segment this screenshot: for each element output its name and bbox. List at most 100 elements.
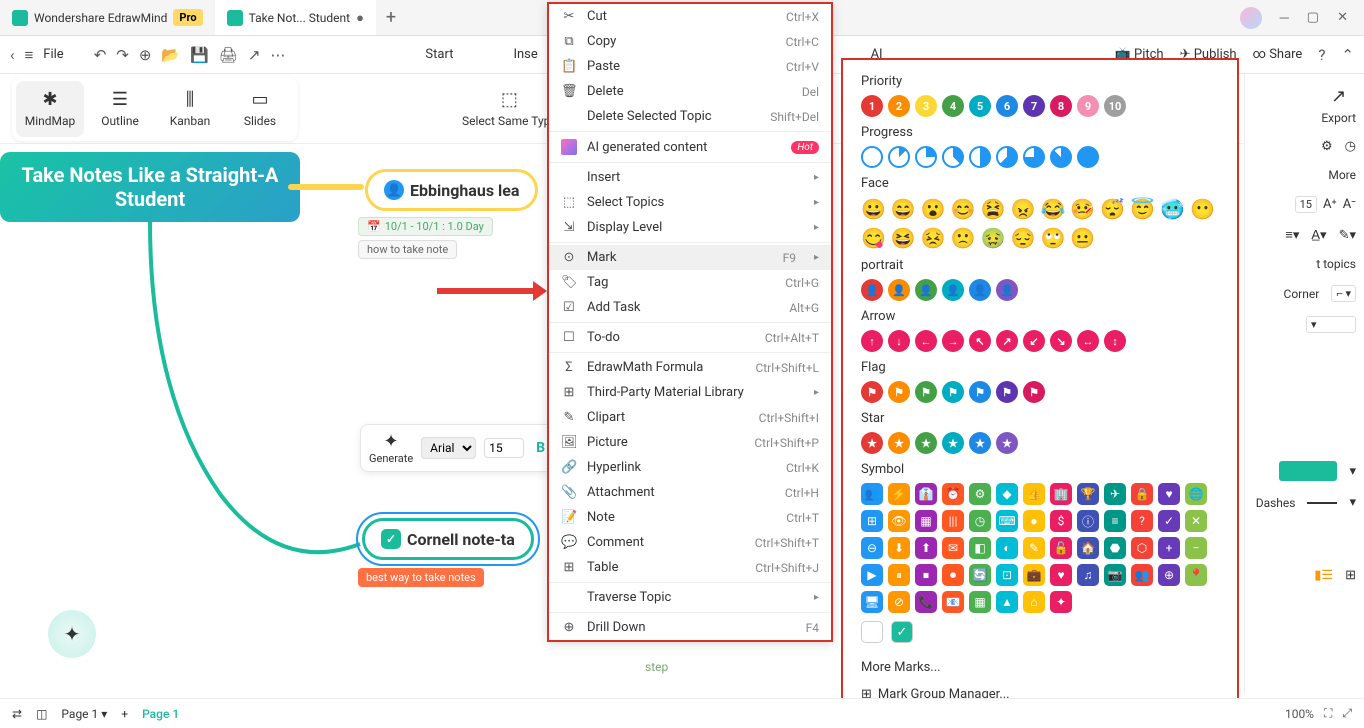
face-mark-6[interactable]: 😂 <box>1040 197 1065 221</box>
topic-ebbinghaus[interactable]: 👤Ebbinghaus lea <box>365 169 538 211</box>
symbol-mark-39[interactable]: ▶ <box>861 564 883 586</box>
page-select[interactable]: Page 1 ▾ <box>61 707 107 721</box>
ctx-insert[interactable]: Insert▸ <box>549 165 831 190</box>
ctx-table[interactable]: ⊞TableCtrl+Shift+J <box>549 555 831 580</box>
add-page[interactable]: + <box>121 707 128 721</box>
symbol-mark-46[interactable]: ♥ <box>1050 564 1072 586</box>
date-chip[interactable]: 📅 10/1 - 10/1 : 1.0 Day <box>358 217 493 236</box>
arrow-mark-1[interactable]: ↓ <box>888 330 910 352</box>
symbol-mark-8[interactable]: 🏆 <box>1077 483 1099 505</box>
face-mark-12[interactable]: 😋 <box>861 226 886 250</box>
symbol-mark-23[interactable]: ? <box>1131 510 1153 532</box>
font-size-input[interactable] <box>484 438 524 458</box>
symbol-mark-45[interactable]: 💼 <box>1023 564 1045 586</box>
ctx-display-level[interactable]: ⇲Display Level▸ <box>549 215 831 240</box>
view-slides[interactable]: ▭Slides <box>226 81 294 137</box>
arrow-mark-4[interactable]: ↖ <box>969 330 991 352</box>
symbol-mark-33[interactable]: 🔓 <box>1050 537 1072 559</box>
flag-mark-5[interactable]: ⚑ <box>996 381 1018 403</box>
ctx-ai-content[interactable]: AI generated contentHot <box>549 134 831 160</box>
symbol-mark-55[interactable]: 📧 <box>942 591 964 613</box>
ctx-mark[interactable]: ⊙MarkF9▸ <box>549 245 831 270</box>
generate-button[interactable]: ✦Generate <box>369 431 413 465</box>
symbol-mark-56[interactable]: ▦ <box>969 591 991 613</box>
symbol-mark-19[interactable]: ● <box>1023 510 1045 532</box>
fit-icon[interactable]: ⛶ <box>1324 706 1332 721</box>
symbol-mark-40[interactable]: ⏸ <box>888 564 910 586</box>
open-button[interactable]: 📂 <box>161 46 180 64</box>
symbol-mark-29[interactable]: ✉ <box>942 537 964 559</box>
minimize-icon[interactable]: ─ <box>1280 10 1289 26</box>
priority-mark-1[interactable]: 1 <box>861 95 883 117</box>
symbol-mark-53[interactable]: ⊘ <box>888 591 910 613</box>
priority-mark-8[interactable]: 8 <box>1050 95 1072 117</box>
font-size-display[interactable]: 15 <box>1295 196 1317 213</box>
arrow-mark-8[interactable]: ↔ <box>1077 330 1099 352</box>
view-kanban[interactable]: ⫼Kanban <box>156 81 224 137</box>
symbol-mark-3[interactable]: ⏰ <box>942 483 964 505</box>
priority-mark-10[interactable]: 10 <box>1104 95 1126 117</box>
ctx-note[interactable]: 📝NoteCtrl+T <box>549 505 831 530</box>
share-button[interactable]: ∞ Share <box>1253 47 1303 62</box>
font-decrease[interactable]: A⁻ <box>1343 197 1356 212</box>
ctx-attachment[interactable]: 📎AttachmentCtrl+H <box>549 480 831 505</box>
face-mark-17[interactable]: 😔 <box>1011 226 1036 250</box>
symbol-mark-51[interactable]: 📍 <box>1185 564 1207 586</box>
symbol-mark-44[interactable]: ⊡ <box>996 564 1018 586</box>
progress-mark-8[interactable] <box>1077 146 1099 168</box>
symbol-mark-34[interactable]: 🏠 <box>1077 537 1099 559</box>
face-mark-1[interactable]: 😄 <box>891 197 916 221</box>
align-button[interactable]: ≡▾ <box>1285 227 1299 243</box>
view-outline[interactable]: ☰Outline <box>86 81 154 137</box>
face-mark-8[interactable]: 😴 <box>1100 197 1125 221</box>
close-icon[interactable]: ✕ <box>1337 10 1348 25</box>
symbol-mark-26[interactable]: ⊖ <box>861 537 883 559</box>
symbol-mark-13[interactable]: ⊞ <box>861 510 883 532</box>
symbol-mark-41[interactable]: ⏹ <box>915 564 937 586</box>
layout-icon-2[interactable]: ⊞ <box>1345 568 1356 583</box>
portrait-mark-1[interactable]: 👤 <box>888 279 910 301</box>
face-mark-14[interactable]: 😣 <box>921 226 946 250</box>
color-swatch[interactable] <box>1279 461 1337 481</box>
portrait-mark-2[interactable]: 👤 <box>915 279 937 301</box>
symbol-mark-47[interactable]: ♫ <box>1077 564 1099 586</box>
symbol-mark-21[interactable]: ⓘ <box>1077 510 1099 532</box>
flag-mark-2[interactable]: ⚑ <box>915 381 937 403</box>
star-mark-4[interactable]: ★ <box>969 432 991 454</box>
symbol-mark-14[interactable]: 👁 <box>888 510 910 532</box>
font-increase[interactable]: A⁺ <box>1323 197 1337 212</box>
symbol-mark-42[interactable]: ⏺ <box>942 564 964 586</box>
topic-cornell[interactable]: ✓Cornell note-ta <box>362 518 534 560</box>
start-tab[interactable]: Start <box>425 47 453 62</box>
maximize-icon[interactable]: ▢ <box>1307 10 1319 25</box>
ai-fab[interactable]: ✦ <box>48 610 96 658</box>
face-mark-2[interactable]: 😮 <box>921 197 946 221</box>
face-mark-3[interactable]: 😊 <box>951 197 976 221</box>
arrow-mark-3[interactable]: → <box>942 330 964 352</box>
layout-icon-1[interactable]: ▮☰ <box>1314 568 1333 583</box>
symbol-mark-58[interactable]: ⌂ <box>1023 591 1045 613</box>
new-button[interactable]: ⊕ <box>139 46 152 64</box>
symbol-mark-36[interactable]: ⬡ <box>1131 537 1153 559</box>
star-mark-5[interactable]: ★ <box>996 432 1018 454</box>
symbol-mark-35[interactable]: ⬣ <box>1104 537 1126 559</box>
sidebar-toggle[interactable]: ◫ <box>36 707 47 721</box>
face-mark-13[interactable]: 😆 <box>891 226 916 250</box>
symbol-mark-18[interactable]: ⌨ <box>996 510 1018 532</box>
export-button[interactable]: ↗ <box>248 46 261 64</box>
insert-tab[interactable]: Inse <box>513 47 537 62</box>
face-mark-4[interactable]: 😫 <box>981 197 1006 221</box>
symbol-mark-0[interactable]: 👥 <box>861 483 883 505</box>
ctx-hyperlink[interactable]: 🔗HyperlinkCtrl+K <box>549 455 831 480</box>
collapse-ribbon[interactable]: ⌃ <box>1341 46 1354 64</box>
ctx-traverse[interactable]: Traverse Topic▸ <box>549 585 831 610</box>
priority-mark-3[interactable]: 3 <box>915 95 937 117</box>
symbol-mark-30[interactable]: ◧ <box>969 537 991 559</box>
ctx-tag[interactable]: 🏷TagCtrl+G <box>549 270 831 295</box>
symbol-mark-11[interactable]: ♥ <box>1158 483 1180 505</box>
face-mark-9[interactable]: 😇 <box>1130 197 1155 221</box>
star-mark-3[interactable]: ★ <box>942 432 964 454</box>
symbol-mark-54[interactable]: 📞 <box>915 591 937 613</box>
ctx-picture[interactable]: 🖼PictureCtrl+Shift+P <box>549 430 831 455</box>
file-menu[interactable]: File <box>43 47 63 62</box>
